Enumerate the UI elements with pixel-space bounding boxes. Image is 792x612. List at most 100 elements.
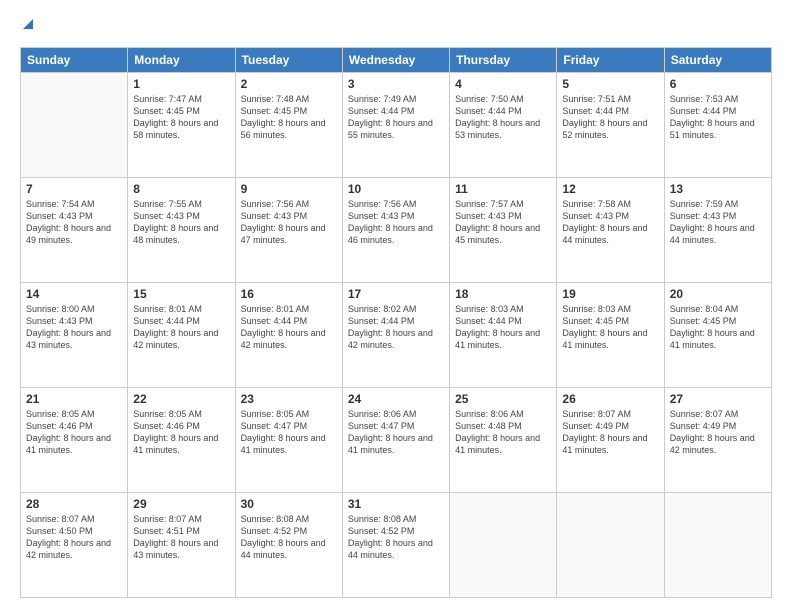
day-cell: 1Sunrise: 7:47 AMSunset: 4:45 PMDaylight… xyxy=(128,72,235,177)
day-info: Sunrise: 7:56 AMSunset: 4:43 PMDaylight:… xyxy=(241,198,337,247)
day-number: 27 xyxy=(670,392,766,406)
day-cell xyxy=(557,492,664,597)
day-cell: 19 Sunrise: 8:03 AMSunset: 4:45 PMDayligh… xyxy=(557,282,664,387)
day-info: Sunrise: 8:07 AMSunset: 4:51 PMDaylight:… xyxy=(133,513,229,562)
day-number: 28 xyxy=(26,497,122,511)
day-info: Sunrise: 7:59 AMSunset: 4:43 PMDaylight:… xyxy=(670,198,766,247)
day-cell: 11 Sunrise: 7:57 AMSunset: 4:43 PMDayligh… xyxy=(450,177,557,282)
day-cell: 23Sunrise: 8:05 AMSunset: 4:47 PMDayligh… xyxy=(235,387,342,492)
logo-triangle-icon xyxy=(21,17,35,36)
day-cell xyxy=(450,492,557,597)
week-row-1: 1Sunrise: 7:47 AMSunset: 4:45 PMDaylight… xyxy=(21,72,772,177)
day-cell: 8 Sunrise: 7:55 AMSunset: 4:43 PMDaylight… xyxy=(128,177,235,282)
day-info: Sunrise: 8:02 AMSunset: 4:44 PMDaylight:… xyxy=(348,303,444,352)
day-cell: 17 Sunrise: 8:02 AMSunset: 4:44 PMDayligh… xyxy=(342,282,449,387)
day-info: Sunrise: 7:51 AMSunset: 4:44 PMDaylight:… xyxy=(562,93,658,142)
day-info: Sunrise: 8:05 AMSunset: 4:47 PMDaylight:… xyxy=(241,408,337,457)
day-info: Sunrise: 8:03 AMSunset: 4:45 PMDaylight:… xyxy=(562,303,658,352)
day-number: 9 xyxy=(241,182,337,196)
day-number: 3 xyxy=(348,77,444,91)
day-cell: 20 Sunrise: 8:04 AMSunset: 4:45 PMDayligh… xyxy=(664,282,771,387)
day-info: Sunrise: 8:07 AMSunset: 4:49 PMDaylight:… xyxy=(670,408,766,457)
day-cell: 29 Sunrise: 8:07 AMSunset: 4:51 PMDayligh… xyxy=(128,492,235,597)
day-info: Sunrise: 7:57 AMSunset: 4:43 PMDaylight:… xyxy=(455,198,551,247)
day-cell: 6 Sunrise: 7:53 AMSunset: 4:44 PMDaylight… xyxy=(664,72,771,177)
day-cell xyxy=(21,72,128,177)
day-number: 24 xyxy=(348,392,444,406)
day-cell: 22 Sunrise: 8:05 AMSunset: 4:46 PMDayligh… xyxy=(128,387,235,492)
day-cell: 21 Sunrise: 8:05 AMSunset: 4:46 PMDayligh… xyxy=(21,387,128,492)
day-cell: 18 Sunrise: 8:03 AMSunset: 4:44 PMDayligh… xyxy=(450,282,557,387)
day-number: 17 xyxy=(348,287,444,301)
day-info: Sunrise: 8:07 AMSunset: 4:49 PMDaylight:… xyxy=(562,408,658,457)
day-number: 4 xyxy=(455,77,551,91)
day-number: 22 xyxy=(133,392,229,406)
day-cell: 14 Sunrise: 8:00 AMSunset: 4:43 PMDayligh… xyxy=(21,282,128,387)
day-info: Sunrise: 8:00 AMSunset: 4:43 PMDaylight:… xyxy=(26,303,122,352)
page: SundayMondayTuesdayWednesdayThursdayFrid… xyxy=(0,0,792,612)
week-row-4: 21 Sunrise: 8:05 AMSunset: 4:46 PMDayligh… xyxy=(21,387,772,492)
day-info: Sunrise: 7:54 AMSunset: 4:43 PMDaylight:… xyxy=(26,198,122,247)
day-cell: 28 Sunrise: 8:07 AMSunset: 4:50 PMDayligh… xyxy=(21,492,128,597)
day-cell: 5 Sunrise: 7:51 AMSunset: 4:44 PMDaylight… xyxy=(557,72,664,177)
day-number: 31 xyxy=(348,497,444,511)
day-info: Sunrise: 7:47 AMSunset: 4:45 PMDaylight:… xyxy=(133,93,229,142)
week-row-2: 7Sunrise: 7:54 AMSunset: 4:43 PMDaylight… xyxy=(21,177,772,282)
col-header-tuesday: Tuesday xyxy=(235,47,342,72)
day-cell: 31 Sunrise: 8:08 AMSunset: 4:52 PMDayligh… xyxy=(342,492,449,597)
day-number: 25 xyxy=(455,392,551,406)
col-header-friday: Friday xyxy=(557,47,664,72)
day-number: 21 xyxy=(26,392,122,406)
day-info: Sunrise: 8:03 AMSunset: 4:44 PMDaylight:… xyxy=(455,303,551,352)
day-number: 20 xyxy=(670,287,766,301)
day-cell: 3 Sunrise: 7:49 AMSunset: 4:44 PMDaylight… xyxy=(342,72,449,177)
col-header-saturday: Saturday xyxy=(664,47,771,72)
day-number: 16 xyxy=(241,287,337,301)
day-number: 6 xyxy=(670,77,766,91)
day-cell xyxy=(664,492,771,597)
day-number: 8 xyxy=(133,182,229,196)
day-cell: 4 Sunrise: 7:50 AMSunset: 4:44 PMDaylight… xyxy=(450,72,557,177)
day-number: 26 xyxy=(562,392,658,406)
day-number: 5 xyxy=(562,77,658,91)
day-info: Sunrise: 8:05 AMSunset: 4:46 PMDaylight:… xyxy=(133,408,229,457)
day-info: Sunrise: 8:05 AMSunset: 4:46 PMDaylight:… xyxy=(26,408,122,457)
day-number: 18 xyxy=(455,287,551,301)
day-info: Sunrise: 7:53 AMSunset: 4:44 PMDaylight:… xyxy=(670,93,766,142)
day-cell: 15Sunrise: 8:01 AMSunset: 4:44 PMDayligh… xyxy=(128,282,235,387)
day-number: 30 xyxy=(241,497,337,511)
week-row-5: 28 Sunrise: 8:07 AMSunset: 4:50 PMDayligh… xyxy=(21,492,772,597)
header-row: SundayMondayTuesdayWednesdayThursdayFrid… xyxy=(21,47,772,72)
day-cell: 10 Sunrise: 7:56 AMSunset: 4:43 PMDayligh… xyxy=(342,177,449,282)
day-cell: 2 Sunrise: 7:48 AMSunset: 4:45 PMDaylight… xyxy=(235,72,342,177)
day-cell: 16Sunrise: 8:01 AMSunset: 4:44 PMDayligh… xyxy=(235,282,342,387)
day-cell: 25Sunrise: 8:06 AMSunset: 4:48 PMDayligh… xyxy=(450,387,557,492)
day-info: Sunrise: 7:55 AMSunset: 4:43 PMDaylight:… xyxy=(133,198,229,247)
day-number: 29 xyxy=(133,497,229,511)
day-info: Sunrise: 7:48 AMSunset: 4:45 PMDaylight:… xyxy=(241,93,337,142)
day-cell: 27 Sunrise: 8:07 AMSunset: 4:49 PMDayligh… xyxy=(664,387,771,492)
col-header-sunday: Sunday xyxy=(21,47,128,72)
col-header-monday: Monday xyxy=(128,47,235,72)
day-cell: 12Sunrise: 7:58 AMSunset: 4:43 PMDayligh… xyxy=(557,177,664,282)
day-info: Sunrise: 8:08 AMSunset: 4:52 PMDaylight:… xyxy=(241,513,337,562)
day-number: 10 xyxy=(348,182,444,196)
day-cell: 9 Sunrise: 7:56 AMSunset: 4:43 PMDaylight… xyxy=(235,177,342,282)
day-cell: 26 Sunrise: 8:07 AMSunset: 4:49 PMDayligh… xyxy=(557,387,664,492)
day-info: Sunrise: 8:01 AMSunset: 4:44 PMDaylight:… xyxy=(133,303,229,352)
day-number: 19 xyxy=(562,287,658,301)
day-info: Sunrise: 7:56 AMSunset: 4:43 PMDaylight:… xyxy=(348,198,444,247)
day-number: 12 xyxy=(562,182,658,196)
day-info: Sunrise: 8:07 AMSunset: 4:50 PMDaylight:… xyxy=(26,513,122,562)
day-info: Sunrise: 8:04 AMSunset: 4:45 PMDaylight:… xyxy=(670,303,766,352)
week-row-3: 14 Sunrise: 8:00 AMSunset: 4:43 PMDayligh… xyxy=(21,282,772,387)
day-number: 11 xyxy=(455,182,551,196)
header xyxy=(20,18,772,37)
day-info: Sunrise: 7:50 AMSunset: 4:44 PMDaylight:… xyxy=(455,93,551,142)
day-info: Sunrise: 8:08 AMSunset: 4:52 PMDaylight:… xyxy=(348,513,444,562)
day-info: Sunrise: 7:49 AMSunset: 4:44 PMDaylight:… xyxy=(348,93,444,142)
day-number: 13 xyxy=(670,182,766,196)
day-info: Sunrise: 8:06 AMSunset: 4:47 PMDaylight:… xyxy=(348,408,444,457)
day-number: 14 xyxy=(26,287,122,301)
day-number: 2 xyxy=(241,77,337,91)
